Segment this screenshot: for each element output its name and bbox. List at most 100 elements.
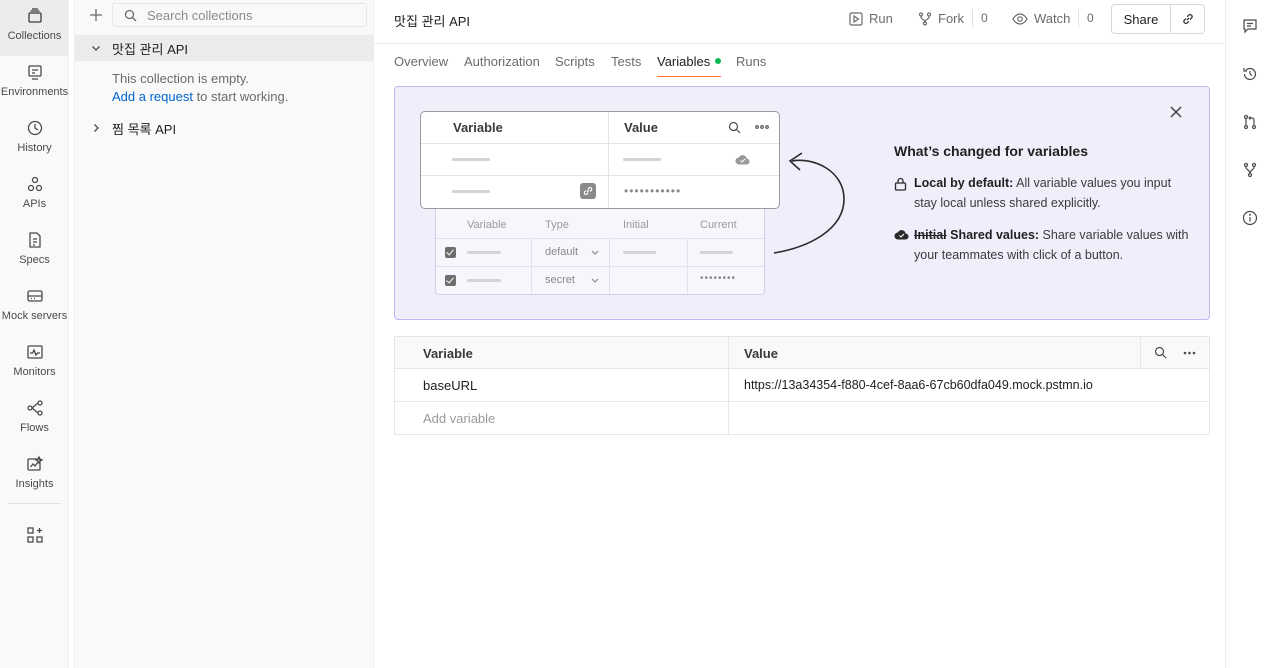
- collection-item-matjip-api[interactable]: 맛집 관리 API: [75, 35, 374, 61]
- info-icon[interactable]: [1242, 210, 1258, 226]
- rail-label: Flows: [20, 422, 49, 434]
- tab-runs[interactable]: Runs: [736, 54, 766, 76]
- watch-count[interactable]: 0: [1087, 11, 1094, 25]
- fork-icon[interactable]: [1242, 162, 1258, 178]
- copy-link-button[interactable]: [1171, 5, 1204, 33]
- chevron-down-icon[interactable]: [91, 43, 101, 53]
- rail-label: History: [17, 142, 52, 154]
- history-icon[interactable]: [1242, 66, 1258, 82]
- rail-item-mock-servers[interactable]: Mock servers: [0, 280, 69, 336]
- insights-icon: [26, 455, 43, 471]
- add-variable-row[interactable]: Add variable: [395, 402, 1209, 435]
- illus-masked-value: ••••••••: [700, 273, 737, 284]
- run-button[interactable]: Run: [849, 11, 893, 26]
- point1-bold: Local by default:: [914, 176, 1014, 190]
- fork-button[interactable]: Fork: [918, 11, 964, 26]
- rail-item-collections[interactable]: Collections: [0, 0, 69, 56]
- add-request-link[interactable]: Add a request: [112, 89, 193, 104]
- variable-value[interactable]: https://13a34354-f880-4cef-8aa6-67cb60df…: [744, 378, 1093, 392]
- divider: [972, 9, 973, 27]
- illus-line: [436, 238, 764, 239]
- monitors-icon: [26, 345, 43, 359]
- chevron-down-icon: [591, 250, 599, 255]
- status-dot: [715, 58, 722, 64]
- fork-count[interactable]: 0: [981, 11, 988, 25]
- illus-old-current-header: Current: [700, 219, 737, 231]
- illus-type-secret: secret: [545, 274, 575, 286]
- rail-item-specs[interactable]: Specs: [0, 224, 69, 280]
- banner-point-shared: Initial Shared values: Share variable va…: [894, 225, 1194, 265]
- curved-arrow-icon: [773, 152, 845, 254]
- rail-label: Mock servers: [1, 310, 68, 322]
- tab-tests[interactable]: Tests: [611, 54, 641, 76]
- new-collection-button[interactable]: [86, 5, 106, 25]
- tab-overview[interactable]: Overview: [394, 54, 448, 76]
- search-icon: [124, 9, 137, 21]
- illus-masked-value: •••••••••••: [624, 184, 682, 198]
- banner-point-local: Local by default: All variable values yo…: [894, 173, 1194, 213]
- illus-old-initial-header: Initial: [623, 219, 649, 231]
- search-icon[interactable]: [1154, 346, 1167, 359]
- banner-title: What’s changed for variables: [894, 143, 1088, 159]
- tab-scripts[interactable]: Scripts: [555, 54, 595, 76]
- collection-item-wishlist-api[interactable]: 찜 목록 API: [75, 115, 374, 141]
- point2-strike: Initial: [914, 228, 947, 242]
- share-button[interactable]: Share: [1112, 5, 1171, 33]
- search-collections-box[interactable]: [112, 3, 367, 27]
- search-input[interactable]: [147, 7, 347, 23]
- checkbox-icon: [445, 247, 456, 258]
- rail-item-more[interactable]: [0, 519, 69, 551]
- fork-label: Fork: [938, 11, 964, 26]
- chevron-down-icon: [591, 278, 599, 283]
- table-row[interactable]: baseURL https://13a34354-f880-4cef-8aa6-…: [395, 369, 1209, 402]
- comments-icon[interactable]: [1242, 18, 1258, 34]
- empty-collection-message: This collection is empty. Add a request …: [112, 70, 288, 106]
- add-variable-input[interactable]: Add variable: [423, 411, 495, 426]
- watch-button[interactable]: Watch: [1012, 11, 1070, 26]
- variable-name[interactable]: baseURL: [423, 378, 477, 393]
- lock-icon: [894, 177, 907, 191]
- illus-old-variable-header: Variable: [467, 219, 507, 231]
- search-icon: [728, 121, 741, 134]
- history-icon: [27, 120, 42, 136]
- tab-variables[interactable]: Variables: [657, 54, 722, 77]
- illus-line: [609, 238, 610, 294]
- rail-item-flows[interactable]: Flows: [0, 392, 69, 448]
- placeholder-bar: [467, 279, 501, 282]
- close-icon[interactable]: [1168, 104, 1184, 120]
- tab-authorization[interactable]: Authorization: [464, 54, 540, 76]
- checkbox-icon: [445, 275, 456, 286]
- rail-label: Monitors: [13, 366, 56, 378]
- illustration-new-table: Variable Value •••••••••••: [420, 111, 780, 209]
- illus-value-header: Value: [624, 120, 658, 135]
- variables-changes-banner: Variable Type Initial Current default se…: [394, 86, 1210, 320]
- rail-item-history[interactable]: History: [0, 112, 69, 168]
- apis-icon: [27, 176, 42, 192]
- rail-label: Collections: [7, 30, 62, 42]
- pull-request-icon[interactable]: [1242, 114, 1258, 130]
- mock-servers-icon: [26, 290, 43, 302]
- illus-old-type-header: Type: [545, 219, 569, 231]
- run-label: Run: [869, 11, 893, 26]
- variables-table: Variable Value baseURL https://13a34354-…: [394, 336, 1210, 435]
- point2-bold: Shared values:: [946, 228, 1040, 242]
- apps-grid-icon: [26, 527, 43, 543]
- environments-icon: [27, 65, 42, 80]
- rail-label: Specs: [19, 254, 50, 266]
- cloud-check-icon: [735, 155, 750, 165]
- rail-item-apis[interactable]: APIs: [0, 168, 69, 224]
- placeholder-bar: [467, 251, 501, 254]
- chevron-right-icon[interactable]: [91, 123, 101, 133]
- share-group: Share: [1111, 4, 1205, 34]
- table-header: Variable Value: [395, 337, 1209, 369]
- plus-icon: [90, 9, 102, 21]
- fork-icon: [918, 11, 932, 26]
- divider: [1078, 9, 1079, 27]
- rail-item-environments[interactable]: Environments: [0, 56, 69, 112]
- more-options-icon[interactable]: [1183, 351, 1196, 355]
- rail-item-insights[interactable]: Insights: [0, 448, 69, 504]
- rail-item-monitors[interactable]: Monitors: [0, 336, 69, 392]
- left-navigation-rail: Collections Environments History APIs Sp…: [0, 0, 69, 668]
- cloud-check-icon: [894, 230, 909, 240]
- placeholder-bar: [452, 158, 490, 161]
